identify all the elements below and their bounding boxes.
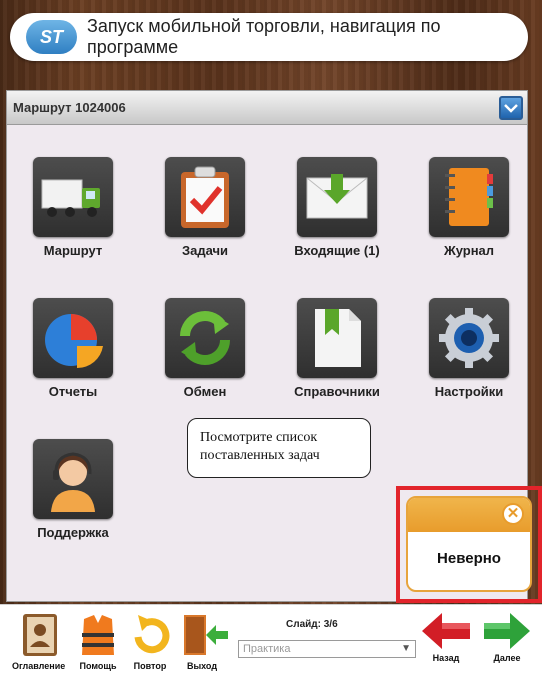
chevron-down-icon (504, 104, 518, 113)
tile-label: Входящие (1) (294, 243, 380, 258)
tile-label: Справочники (294, 384, 380, 399)
chevron-down-icon: ▼ (401, 643, 411, 654)
tile-label: Поддержка (37, 525, 109, 540)
tile-label: Отчеты (48, 384, 98, 399)
hint-callout: Посмотрите список поставленных задач (187, 418, 371, 478)
tile-label: Обмен (183, 384, 227, 399)
life-vest-icon (76, 611, 120, 659)
tile-settings[interactable]: Настройки (409, 298, 529, 399)
sync-arrows-icon (165, 298, 245, 378)
bookmark-document-icon (297, 298, 377, 378)
st-logo: ST (26, 20, 77, 54)
arrow-left-icon (420, 611, 472, 651)
route-dropdown-button[interactable] (499, 96, 523, 120)
arrow-right-icon (482, 611, 532, 651)
clipboard-check-icon (165, 157, 245, 237)
feedback-popup: ✕ Неверно (406, 496, 532, 592)
tile-reports[interactable]: Отчеты (13, 298, 133, 399)
pie-chart-icon (33, 298, 113, 378)
feedback-highlight: ✕ Неверно (396, 486, 542, 603)
tile-label: Настройки (434, 384, 504, 399)
mode-select[interactable]: Практика ▼ (238, 640, 416, 658)
tile-label: Маршрут (43, 243, 103, 258)
feedback-popup-header: ✕ (408, 498, 530, 532)
tile-journal[interactable]: Журнал (409, 157, 529, 258)
contacts-book-icon (17, 611, 61, 659)
truck-icon (33, 157, 113, 237)
tile-route[interactable]: Маршрут (13, 157, 133, 258)
tile-label: Журнал (443, 243, 495, 258)
tile-exchange[interactable]: Обмен (145, 298, 265, 399)
support-operator-icon (33, 439, 113, 519)
envelope-download-icon (297, 157, 377, 237)
help-button[interactable]: Помощь (76, 611, 120, 671)
back-button[interactable]: Назад (420, 611, 472, 663)
route-header: Маршрут 1024006 (7, 91, 527, 125)
repeat-arrow-icon (128, 611, 172, 659)
gear-icon (429, 298, 509, 378)
player-controls: Оглавление Помощь Повтор Выход Слайд: 3/… (0, 604, 542, 677)
exit-button[interactable]: Выход (180, 611, 228, 671)
feedback-message: Неверно (437, 550, 501, 567)
contents-button[interactable]: Оглавление (12, 611, 65, 671)
slide-counter: Слайд: 3/6 (286, 619, 338, 630)
title-bar: ST Запуск мобильной торговли, навигация … (10, 13, 528, 61)
notebook-icon (429, 157, 509, 237)
tile-tasks[interactable]: Задачи (145, 157, 265, 258)
tile-support[interactable]: Поддержка (13, 439, 133, 540)
route-label: Маршрут 1024006 (13, 100, 126, 115)
tile-label: Задачи (181, 243, 229, 258)
close-icon[interactable]: ✕ (502, 503, 524, 525)
exit-door-icon (180, 611, 228, 659)
tile-references[interactable]: Справочники (277, 298, 397, 399)
page-title: Запуск мобильной торговли, навигация по … (87, 16, 441, 57)
tile-inbox[interactable]: Входящие (1) (277, 157, 397, 258)
repeat-button[interactable]: Повтор (128, 611, 172, 671)
next-button[interactable]: Далее (482, 611, 532, 663)
